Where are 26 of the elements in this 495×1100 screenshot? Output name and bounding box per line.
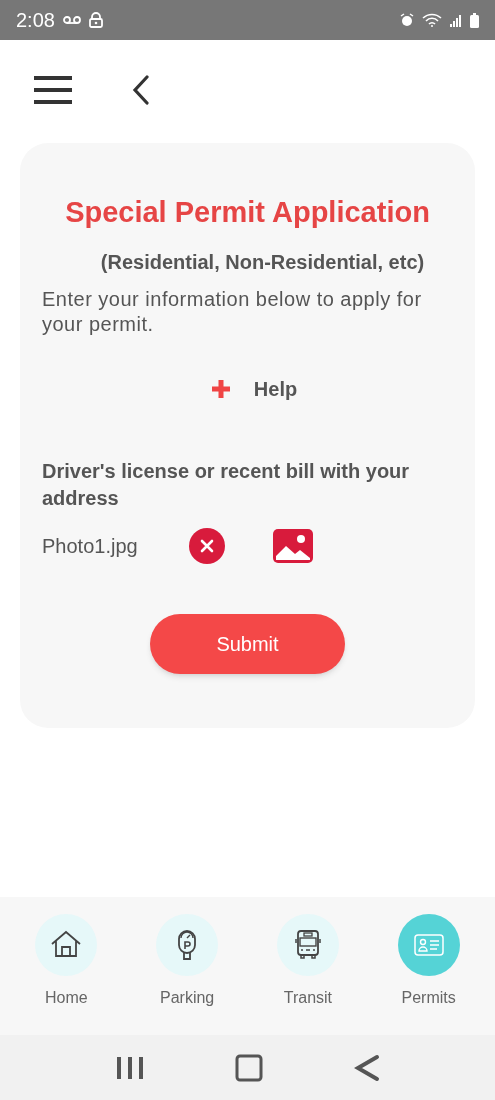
- nav-tab[interactable]: Parking: [137, 914, 238, 1010]
- form-title: Special Permit Application: [64, 195, 431, 230]
- help-button[interactable]: Help: [197, 373, 298, 404]
- lock-icon: [88, 12, 103, 28]
- nav-tab[interactable]: Home: [16, 914, 117, 1010]
- signal-icon: [450, 13, 462, 27]
- upload-label: Driver's license or recent bill with your address: [42, 458, 411, 511]
- home-square-icon[interactable]: [234, 1053, 263, 1082]
- intro-text: Enter your information below to apply for your permit.: [42, 286, 423, 337]
- plus-icon: [209, 377, 232, 400]
- file-name: Photo1.jpg: [42, 533, 139, 559]
- nav-tab[interactable]: Permits: [378, 914, 479, 1010]
- submit-button[interactable]: Submit: [150, 613, 345, 674]
- remove-icon[interactable]: [189, 527, 225, 564]
- menu-icon[interactable]: [34, 76, 72, 104]
- battery-icon: [470, 12, 479, 28]
- wifi-icon: [422, 13, 442, 27]
- nav-tab[interactable]: Transit: [257, 914, 358, 1010]
- back-icon[interactable]: [132, 75, 150, 105]
- voicemail-icon: [62, 15, 81, 25]
- status-time: 2:08: [16, 8, 55, 33]
- image-icon[interactable]: [273, 528, 313, 563]
- back-icon[interactable]: [353, 1053, 380, 1082]
- form-subtitle: (Residential, Non-Residential, etc): [99, 249, 426, 275]
- recent-apps-icon[interactable]: [115, 1054, 144, 1081]
- alarm-icon: [400, 13, 414, 27]
